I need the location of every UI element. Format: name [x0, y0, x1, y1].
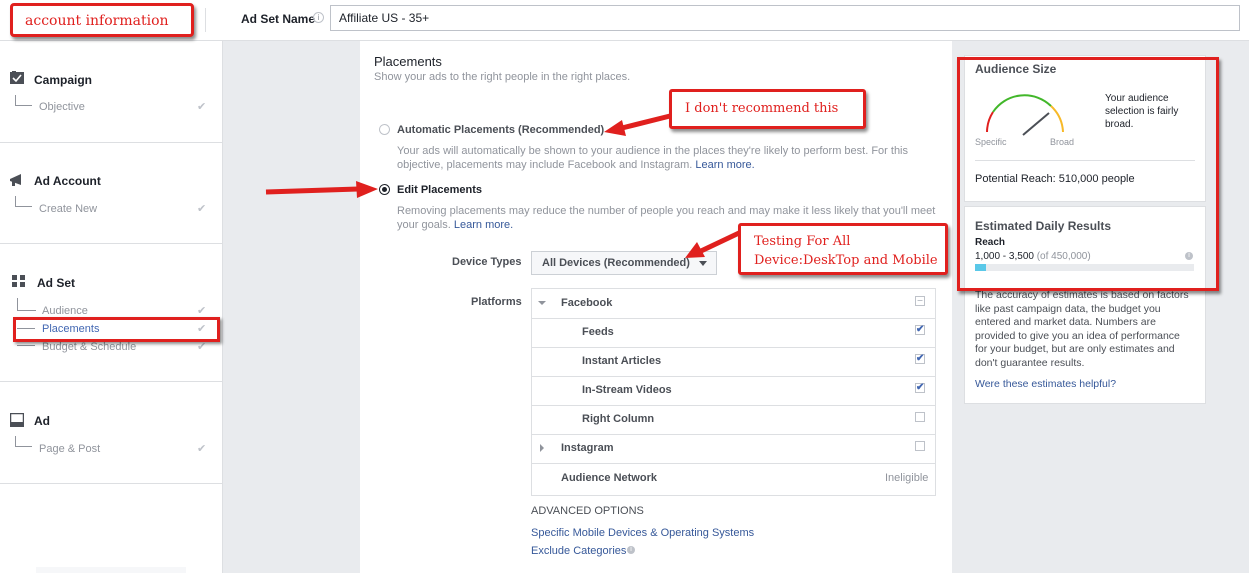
platform-row-instagram[interactable]: Instagram [532, 434, 935, 464]
platform-row-instream-videos[interactable]: In-Stream Videos ✔ [532, 376, 935, 406]
highlight-box [13, 317, 220, 342]
ineligible-label: Ineligible [885, 472, 929, 484]
automatic-placements-desc-2: objective, placements may include Facebo… [397, 159, 755, 171]
account-information-callout: account information [10, 3, 194, 37]
sidebar-item-budget-schedule[interactable]: Budget & Schedule [42, 341, 136, 353]
adset-name-label: Ad Set Name [241, 12, 316, 26]
sidebar-section-ad-set[interactable]: Ad Set [37, 276, 75, 290]
check-icon: ✔ [197, 443, 207, 455]
grid-icon [12, 275, 26, 289]
device-types-value: All Devices (Recommended) [542, 257, 690, 269]
check-icon: ✔ [197, 101, 207, 113]
automatic-placements-desc: Your ads will automatically be shown to … [397, 145, 909, 157]
platform-instream-videos-label: In-Stream Videos [582, 384, 672, 396]
check-icon: ✔ [197, 203, 207, 215]
highlight-box [957, 57, 1219, 291]
platform-feeds-label: Feeds [582, 326, 614, 338]
advanced-options-heading: ADVANCED OPTIONS [531, 505, 644, 517]
feeds-checkbox[interactable]: ✔ [915, 325, 925, 335]
instant-articles-checkbox[interactable]: ✔ [915, 354, 925, 364]
testing-devices-callout: Testing For All Device:DeskTop and Mobil… [738, 223, 948, 275]
device-types-label: Device Types [452, 256, 522, 268]
placements-title: Placements [374, 54, 442, 69]
chevron-down-icon[interactable] [538, 301, 546, 305]
arrow-icon [685, 230, 741, 258]
platforms-table: Facebook – Feeds ✔ Instant Articles ✔ In… [531, 288, 936, 496]
platform-row-feeds[interactable]: Feeds ✔ [532, 318, 935, 348]
automatic-placements-radio[interactable] [379, 124, 390, 135]
platform-row-instant-articles[interactable]: Instant Articles ✔ [532, 347, 935, 377]
edit-placements-radio[interactable] [379, 184, 390, 195]
platform-instagram-label: Instagram [561, 442, 614, 454]
sidebar-section-ad[interactable]: Ad [34, 414, 50, 428]
automatic-placements-label[interactable]: Automatic Placements (Recommended) [397, 124, 604, 136]
tree-line [15, 95, 32, 106]
divider [0, 483, 222, 484]
facebook-checkbox[interactable]: – [915, 296, 925, 306]
divider [0, 243, 222, 244]
instagram-checkbox[interactable] [915, 441, 925, 451]
platform-instant-articles-label: Instant Articles [582, 355, 662, 367]
edit-placements-desc: Removing placements may reduce the numbe… [397, 205, 936, 217]
edit-placements-desc-2: your goals. Learn more. [397, 219, 514, 231]
placements-subtitle: Show your ads to the right people in the… [374, 71, 631, 83]
learn-more-link[interactable]: Learn more. [695, 159, 754, 171]
sidebar-section-campaign[interactable]: Campaign [34, 73, 92, 87]
instream-videos-checkbox[interactable]: ✔ [915, 383, 925, 393]
platforms-label: Platforms [471, 296, 522, 308]
platform-right-column-label: Right Column [582, 413, 655, 425]
platform-facebook-label: Facebook [561, 297, 613, 309]
learn-more-link[interactable]: Learn more. [454, 219, 513, 231]
sidebar-section-ad-account[interactable]: Ad Account [34, 174, 101, 188]
tree-line [17, 298, 36, 311]
accuracy-note: The accuracy of estimates is based on fa… [975, 289, 1189, 369]
estimates-helpful-link[interactable]: Were these estimates helpful? [975, 378, 1116, 390]
arrow-icon [604, 113, 671, 136]
platform-row-audience-network: Audience Network Ineligible [532, 463, 935, 492]
divider [0, 142, 222, 143]
dont-recommend-callout: I don't recommend this [669, 89, 866, 129]
sidebar-item-audience[interactable]: Audience [42, 305, 88, 317]
megaphone-icon [9, 173, 23, 187]
divider [0, 381, 222, 382]
exclude-categories-link[interactable]: Exclude Categories [531, 545, 626, 557]
platform-row-facebook[interactable]: Facebook – [532, 289, 935, 319]
chevron-down-icon [699, 261, 707, 266]
info-icon[interactable]: i [313, 12, 324, 23]
campaign-icon [10, 71, 24, 85]
sidebar-item-objective[interactable]: Objective [39, 101, 85, 113]
tree-line [15, 196, 32, 207]
right-column-checkbox[interactable] [915, 412, 925, 422]
info-icon[interactable]: i [627, 546, 635, 554]
tree-line [15, 436, 32, 447]
chevron-right-icon[interactable] [540, 444, 544, 452]
ad-icon [9, 412, 25, 428]
specific-devices-link[interactable]: Specific Mobile Devices & Operating Syst… [531, 527, 754, 539]
platform-row-right-column[interactable]: Right Column [532, 405, 935, 435]
divider [205, 8, 206, 32]
arrow-icon [265, 181, 378, 198]
sidebar-item-create-new[interactable]: Create New [39, 203, 97, 215]
sidebar-item-page-post[interactable]: Page & Post [39, 443, 100, 455]
sidebar-footer [36, 567, 186, 573]
platform-audience-network-label: Audience Network [561, 472, 657, 484]
adset-name-input[interactable]: Affiliate US - 35+ [330, 5, 1240, 31]
edit-placements-label[interactable]: Edit Placements [397, 184, 482, 196]
check-icon: ✔ [197, 305, 207, 317]
